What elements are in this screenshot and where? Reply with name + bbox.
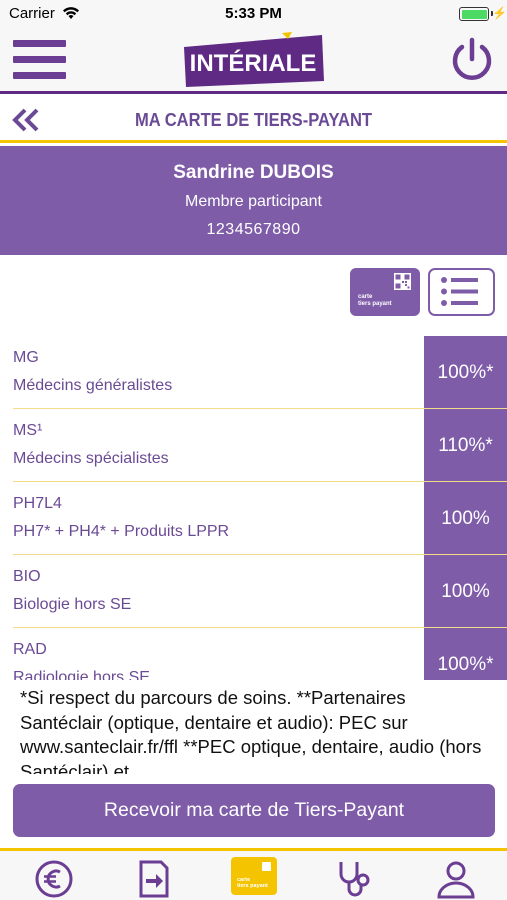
member-info: Sandrine DUBOIS Membre participant 12345… — [0, 146, 507, 255]
coverage-list: MG Médecins généralistes 100%* MS¹ Médec… — [0, 336, 507, 680]
coverage-row[interactable]: BIO Biologie hors SE 100% — [0, 555, 507, 628]
coverage-row[interactable]: RAD Radiologie hors SE 100%* — [0, 628, 507, 680]
title-bar: MA CARTE DE TIERS-PAYANT — [0, 97, 507, 143]
footnote-text: *Si respect du parcours de soins. **Part… — [20, 687, 482, 774]
euro-icon[interactable] — [33, 859, 75, 899]
document-arrow-icon[interactable] — [133, 859, 175, 899]
receive-card-button[interactable]: Recevoir ma carte de Tiers-Payant — [13, 784, 495, 837]
battery-icon — [459, 7, 493, 21]
page-title: MA CARTE DE TIERS-PAYANT — [134, 110, 373, 130]
card-view-label-2: tiers payant — [358, 301, 392, 307]
coverage-value: 100% — [424, 482, 507, 555]
coverage-row[interactable]: MG Médecins généralistes 100%* — [0, 336, 507, 409]
logo-text: INTÉRIALE — [190, 49, 317, 77]
card-view-button[interactable]: carte tiers payant — [350, 268, 420, 316]
member-name: Sandrine DUBOIS — [173, 162, 334, 183]
coverage-label: Médecins généralistes — [13, 377, 173, 394]
tab-card-label-2: tiers payant — [237, 883, 268, 889]
charging-icon: ⚡ — [492, 6, 507, 20]
interiale-logo: INTÉRIALE — [184, 32, 324, 87]
user-icon[interactable] — [435, 859, 477, 899]
coverage-code: MG — [13, 349, 39, 366]
coverage-value: 100%* — [424, 628, 507, 680]
coverage-code: MS¹ — [13, 422, 43, 439]
coverage-code: PH7L4 — [13, 495, 62, 512]
list-icon — [441, 277, 478, 306]
card-icon[interactable]: carte tiers payant — [231, 857, 277, 895]
coverage-code: BIO — [13, 568, 41, 585]
qr-code-icon — [394, 273, 411, 290]
coverage-label: PH7* + PH4* + Produits LPPR — [13, 523, 230, 540]
coverage-value: 100%* — [424, 336, 507, 409]
member-number: 1234567890 — [206, 221, 301, 238]
footnote-panel[interactable]: *Si respect du parcours de soins. **Part… — [0, 680, 507, 774]
coverage-value: 100% — [424, 555, 507, 628]
card-view-label-1: carte — [358, 294, 373, 300]
app-header: INTÉRIALE — [0, 28, 507, 94]
stethoscope-icon[interactable] — [333, 859, 375, 899]
coverage-label: Biologie hors SE — [13, 596, 132, 613]
status-time: 5:33 PM — [225, 5, 282, 22]
tab-bar: carte tiers payant — [0, 848, 507, 900]
coverage-value: 110%* — [424, 409, 507, 482]
coverage-label: Radiologie hors SE — [13, 669, 150, 680]
battery-level — [461, 9, 487, 19]
coverage-row[interactable]: PH7L4 PH7* + PH4* + Produits LPPR 100% — [0, 482, 507, 555]
hamburger-menu-icon[interactable] — [13, 38, 66, 82]
list-view-button[interactable] — [428, 268, 495, 316]
coverage-label: Médecins spécialistes — [13, 450, 169, 467]
coverage-row[interactable]: MS¹ Médecins spécialistes 110%* — [0, 409, 507, 482]
power-icon[interactable] — [448, 36, 496, 84]
member-role: Membre participant — [185, 193, 322, 210]
status-bar: Carrier 5:33 PM ⚡ — [0, 0, 507, 28]
coverage-code: RAD — [13, 641, 47, 658]
